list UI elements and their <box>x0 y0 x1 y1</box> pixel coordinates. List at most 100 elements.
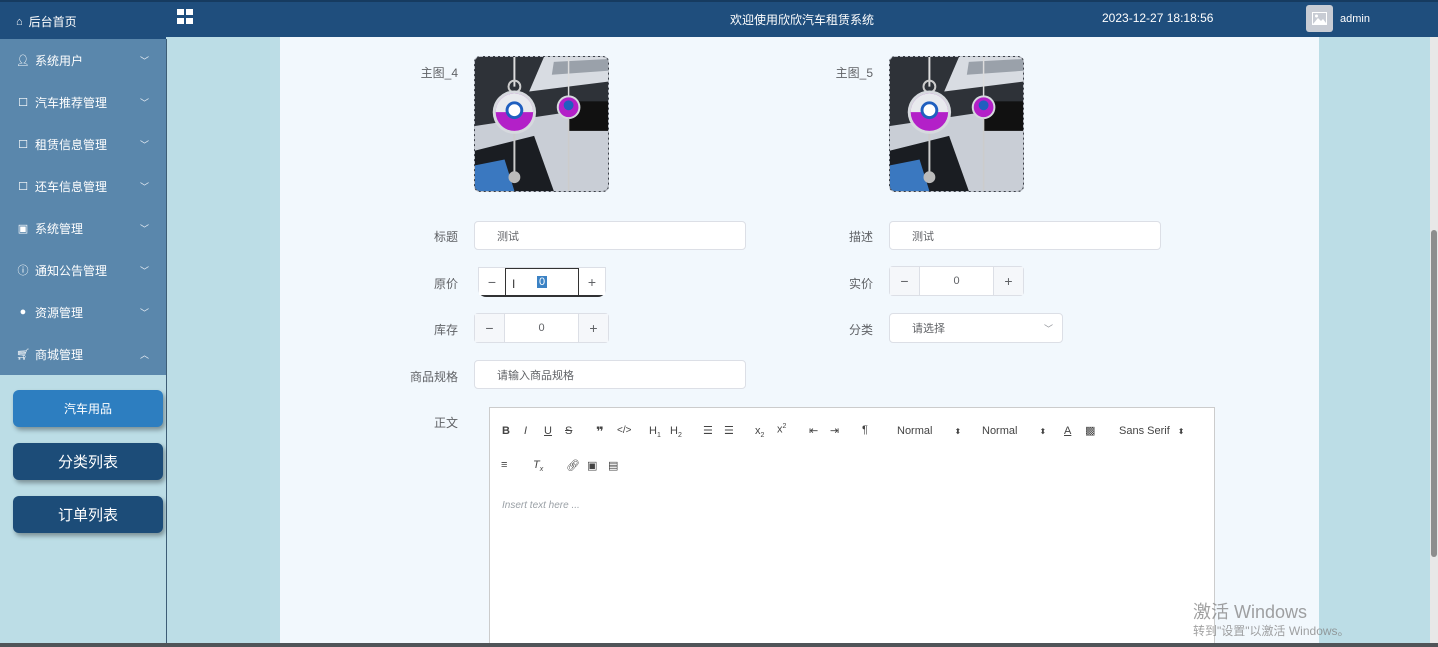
windows-watermark-subtitle: 转到"设置"以激活 Windows。 <box>1193 624 1350 638</box>
superscript-icon[interactable]: x2 <box>777 423 786 436</box>
taskbar-edge <box>0 643 1438 647</box>
font-select[interactable]: Sans Serif ⬍ <box>1119 425 1184 437</box>
increase-button[interactable]: + <box>579 268 605 295</box>
italic-icon[interactable]: I <box>524 425 527 437</box>
sidebar-item-mall[interactable]: 🛒︎ 商城管理 ︿ <box>0 333 166 375</box>
spec-label: 商品规格 <box>409 370 458 384</box>
scrollbar-thumb[interactable] <box>1431 230 1437 557</box>
image5-label: 主图_5 <box>835 66 873 80</box>
sidebar-item-notice[interactable]: ⓘ 通知公告管理 ﹀ <box>0 249 166 291</box>
sidebar-subitem-car-supplies[interactable]: 汽车用品 <box>13 390 163 427</box>
stock-stepper[interactable]: − 0 + <box>474 313 609 343</box>
video-icon[interactable]: ▤ <box>608 459 618 472</box>
image4-label: 主图_4 <box>420 66 458 80</box>
mall-submenu: 汽车用品 分类列表 订单列表 <box>0 375 166 533</box>
strike-icon[interactable]: S <box>565 425 572 437</box>
chevron-down-icon: ﹀ <box>139 224 149 234</box>
original-price-label: 原价 <box>433 277 458 291</box>
grid-menu-icon[interactable] <box>177 9 194 25</box>
description-input[interactable]: 测试 <box>889 221 1161 250</box>
top-bar: ⌂ 后台首页 欢迎使用欣欣汽车租赁系统 2023-12-27 18:18:56 … <box>0 0 1438 41</box>
decrease-button[interactable]: − <box>890 267 920 295</box>
header1-icon[interactable]: H1 <box>649 425 661 439</box>
sale-price-stepper[interactable]: − 0 + <box>889 266 1024 296</box>
user-icon: 👤︎ <box>16 54 30 67</box>
sidebar-item-resources[interactable]: ● 资源管理 ﹀ <box>0 291 166 333</box>
sidebar-subitem-order-list[interactable]: 订单列表 <box>13 496 163 533</box>
code-icon[interactable]: </> <box>617 425 631 436</box>
chevron-down-icon: ﹀ <box>139 140 149 150</box>
sale-price-label: 实价 <box>848 277 873 291</box>
header-select[interactable]: Normal ⬍ <box>982 425 1046 437</box>
image5-upload[interactable] <box>889 56 1024 192</box>
document-icon: ☐ <box>18 180 28 193</box>
category-select[interactable]: 请选择 ﹀ <box>889 313 1063 343</box>
username[interactable]: admin <box>1340 13 1370 25</box>
ordered-list-icon[interactable]: ☰ <box>703 424 713 437</box>
avatar[interactable] <box>1306 5 1333 32</box>
home-label: 后台首页 <box>28 15 77 29</box>
editor-toolbar: B I U S ❞ </> H1 H2 ☰ ☰ x2 x2 ⇤ ⇥ ¶ Norm… <box>490 408 1214 492</box>
sidebar-item-car-recommend[interactable]: ☐ 汽车推荐管理 ﹀ <box>0 81 166 123</box>
editor-placeholder: Insert text here ... <box>502 500 580 511</box>
header2-icon[interactable]: H2 <box>670 425 682 439</box>
spec-input[interactable]: 请输入商品规格 <box>474 360 746 389</box>
cart-icon: 🛒︎ <box>16 348 30 361</box>
indent-icon[interactable]: ⇥ <box>830 424 839 437</box>
home-icon: ⌂ <box>16 15 23 28</box>
sidebar-item-rental-info[interactable]: ☐ 租赁信息管理 ﹀ <box>0 123 166 165</box>
chevron-up-icon: ︿ <box>139 350 149 360</box>
updown-icon: ⬍ <box>954 427 962 436</box>
category-label: 分类 <box>848 323 873 337</box>
bold-icon[interactable]: B <box>502 425 510 437</box>
sidebar-item-system-manage[interactable]: ▣ 系统管理 ﹀ <box>0 207 166 249</box>
chevron-down-icon: ﹀ <box>139 266 149 276</box>
stock-input[interactable]: 0 <box>505 314 578 342</box>
chevron-down-icon: ﹀ <box>139 308 149 318</box>
car-ornament-image <box>890 57 1023 191</box>
sidebar-subitem-category-list[interactable]: 分类列表 <box>13 443 163 480</box>
clean-format-icon[interactable]: Tx <box>533 459 543 473</box>
blockquote-icon[interactable]: ❞ <box>596 424 604 440</box>
link-icon[interactable]: 🔗︎ <box>566 459 580 472</box>
description-label: 描述 <box>848 230 873 244</box>
bulb-icon: ● <box>19 306 27 318</box>
chevron-down-icon: ﹀ <box>139 56 149 66</box>
subscript-icon[interactable]: x2 <box>755 425 764 439</box>
size-select[interactable]: Normal ⬍ <box>897 425 961 437</box>
chevron-down-icon: ﹀ <box>139 182 149 192</box>
title-label: 标题 <box>433 230 458 244</box>
decrease-button[interactable]: − <box>475 314 505 342</box>
vertical-scrollbar[interactable] <box>1430 37 1438 647</box>
sidebar-item-return-info[interactable]: ☐ 还车信息管理 ﹀ <box>0 165 166 207</box>
text-color-icon[interactable]: A <box>1064 425 1071 437</box>
background-color-icon[interactable]: ▩ <box>1085 424 1095 437</box>
system-title: 欢迎使用欣欣汽车租赁系统 <box>730 13 875 27</box>
picture-icon <box>1312 12 1327 25</box>
decrease-button[interactable]: − <box>479 268 505 295</box>
bullet-list-icon[interactable]: ☰ <box>724 424 734 437</box>
original-price-stepper[interactable]: − I 0 + <box>478 267 606 297</box>
home-link[interactable]: ⌂ 后台首页 <box>0 2 166 41</box>
sidebar: 👤︎ 系统用户 ﹀ ☐ 汽车推荐管理 ﹀ ☐ 租赁信息管理 ﹀ ☐ 还车信息管理… <box>0 39 167 647</box>
sale-price-input[interactable]: 0 <box>920 267 993 295</box>
text-direction-icon[interactable]: ¶ <box>862 424 868 436</box>
align-icon[interactable]: ≡ <box>501 459 507 471</box>
increase-button[interactable]: + <box>993 267 1023 295</box>
body-label: 正文 <box>433 416 458 430</box>
updown-icon: ⬍ <box>1177 427 1185 436</box>
rich-text-editor[interactable]: B I U S ❞ </> H1 H2 ☰ ☰ x2 x2 ⇤ ⇥ ¶ Norm… <box>489 407 1215 647</box>
increase-button[interactable]: + <box>578 314 608 342</box>
underline-icon[interactable]: U <box>544 425 552 437</box>
document-icon: ☐ <box>18 138 28 151</box>
title-input[interactable]: 测试 <box>474 221 746 250</box>
outdent-icon[interactable]: ⇤ <box>809 424 818 437</box>
original-price-input[interactable]: I 0 <box>505 268 579 295</box>
picture-icon: ▣ <box>17 222 29 235</box>
chevron-down-icon: ﹀ <box>1043 324 1053 334</box>
image4-upload[interactable] <box>474 56 609 192</box>
car-ornament-image <box>475 57 608 191</box>
image-icon[interactable]: ▣ <box>587 459 597 472</box>
updown-icon: ⬍ <box>1039 427 1047 436</box>
sidebar-item-system-users[interactable]: 👤︎ 系统用户 ﹀ <box>0 39 166 81</box>
